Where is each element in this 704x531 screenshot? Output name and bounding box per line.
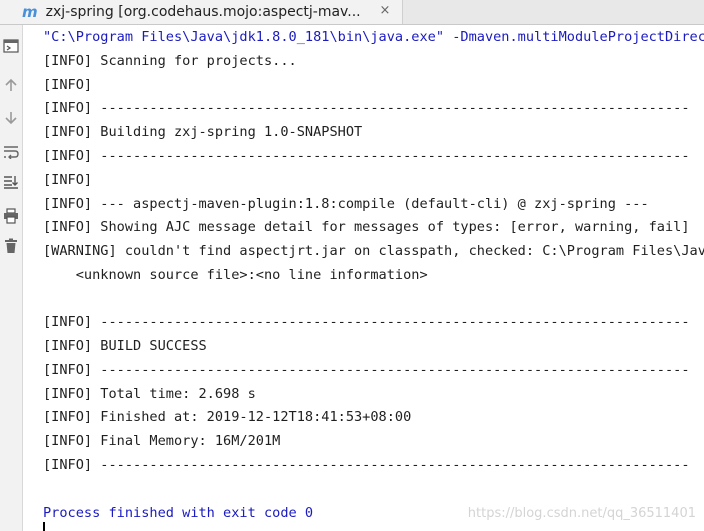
log-line: [INFO] Showing AJC message detail for me… — [43, 219, 690, 235]
tab-title: zxj-spring [org.codehaus.mojo:aspectj-ma… — [45, 4, 361, 20]
console-output[interactable]: "C:\Program Files\Java\jdk1.8.0_181\bin\… — [43, 24, 704, 531]
log-line: [INFO] Scanning for projects... — [43, 53, 297, 69]
log-line: [INFO] Finished at: 2019-12-12T18:41:53+… — [43, 409, 412, 425]
java-command-line: "C:\Program Files\Java\jdk1.8.0_181\bin\… — [43, 29, 704, 45]
tab-bar: m zxj-spring [org.codehaus.mojo:aspectj-… — [0, 0, 704, 25]
exit-message: Process finished with exit code 0 — [43, 505, 314, 521]
watermark: https://blog.csdn.net/qq_36511401 — [467, 506, 696, 521]
log-line: [INFO] ---------------------------------… — [43, 100, 690, 116]
log-line: [INFO] — [43, 77, 93, 93]
scroll-to-end-icon[interactable] — [0, 171, 22, 193]
print-icon[interactable] — [0, 205, 22, 227]
log-line: [INFO] ---------------------------------… — [43, 362, 690, 378]
left-toolbar — [0, 25, 23, 531]
log-line: [INFO] — [43, 172, 93, 188]
close-icon[interactable]: × — [378, 4, 392, 18]
arrow-up-icon[interactable] — [0, 74, 22, 96]
soft-wrap-icon[interactable] — [0, 141, 22, 163]
maven-icon: m — [22, 3, 38, 21]
log-line: [INFO] --- aspectj-maven-plugin:1.8:comp… — [43, 196, 649, 212]
log-line: [INFO] ---------------------------------… — [43, 148, 690, 164]
console-icon[interactable] — [0, 35, 22, 57]
warning-line: [WARNING] couldn't find aspectjrt.jar on… — [43, 243, 704, 259]
log-line: [INFO] Final Memory: 16M/201M — [43, 433, 281, 449]
log-line: [INFO] ---------------------------------… — [43, 457, 690, 473]
build-success-line: [INFO] BUILD SUCCESS — [43, 338, 207, 354]
text-cursor — [43, 522, 45, 531]
run-tab[interactable]: m zxj-spring [org.codehaus.mojo:aspectj-… — [0, 0, 403, 24]
log-line: [INFO] Total time: 2.698 s — [43, 386, 256, 402]
log-line: <unknown source file>:<no line informati… — [43, 267, 428, 283]
trash-icon[interactable] — [0, 235, 22, 257]
log-line: [INFO] Building zxj-spring 1.0-SNAPSHOT — [43, 124, 363, 140]
log-line: [INFO] ---------------------------------… — [43, 314, 690, 330]
arrow-down-icon[interactable] — [0, 107, 22, 129]
